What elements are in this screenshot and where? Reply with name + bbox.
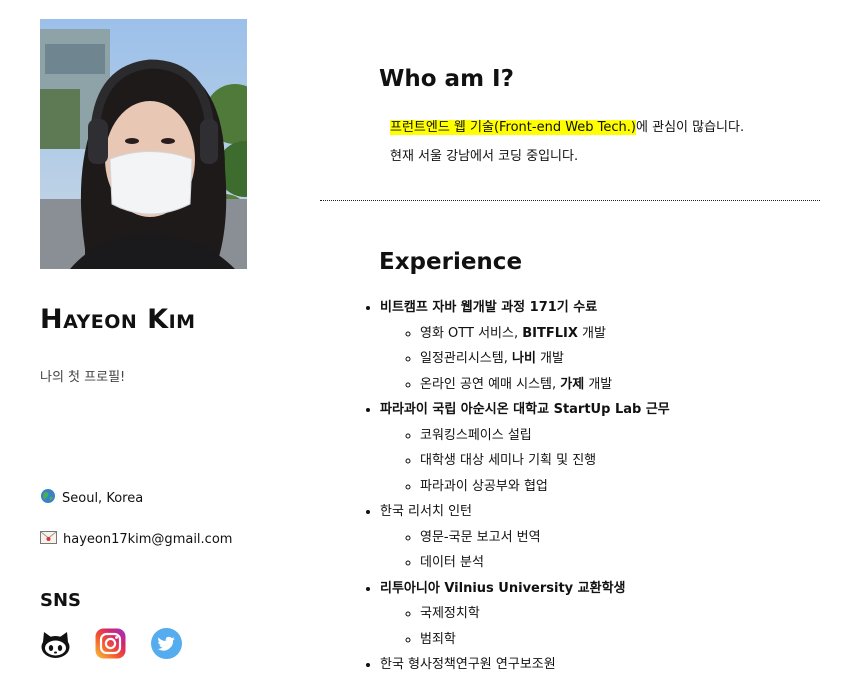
experience-item-title: 비트캠프 자바 웹개발 과정 171기 수료: [380, 300, 598, 315]
github-icon[interactable]: [40, 628, 71, 659]
experience-sublist: 영화 OTT 서비스, BITFLIX 개발일정관리시스템, 나비 개발온라인 …: [380, 321, 851, 398]
profile-photo: [40, 19, 247, 269]
experience-subitem: 대학생 대상 세미나 기획 및 진행: [420, 448, 851, 474]
experience-item: 리투아니아 Vilnius University 교환학생국제정치학범죄학: [380, 576, 851, 653]
email-text[interactable]: hayeon17kim@gmail.com: [63, 532, 232, 547]
about-title: Who am I?: [379, 66, 514, 92]
email-row: hayeon17kim@gmail.com: [40, 531, 232, 548]
instagram-icon[interactable]: [95, 628, 126, 659]
experience-item: 한국 형사정책연구원 연구보조원: [380, 652, 851, 678]
experience-item-title: 한국 리서치 인턴: [380, 504, 472, 519]
section-divider: [320, 200, 820, 201]
experience-subitem: 코워킹스페이스 설립: [420, 423, 851, 449]
sns-title: SNS: [40, 590, 81, 611]
experience-subitem: 온라인 공연 예매 시스템, 가제 개발: [420, 372, 851, 398]
experience-item-title: 한국 형사정책연구원 연구보조원: [380, 657, 556, 672]
experience-subitem: 범죄학: [420, 627, 851, 653]
experience-sublist: 코워킹스페이스 설립대학생 대상 세미나 기획 및 진행파라과이 상공부와 협업: [380, 423, 851, 500]
profile-name: Hayeon Kim: [40, 304, 196, 335]
experience-item-title: 파라과이 국립 아순시온 대학교 StartUp Lab 근무: [380, 402, 670, 417]
experience-subitem: 일정관리시스템, 나비 개발: [420, 346, 851, 372]
experience-item: 한국 리서치 인턴영문-국문 보고서 번역데이터 분석: [380, 499, 851, 576]
about-line-1: 프런트엔드 웹 기술(Front-end Web Tech.)에 관심이 많습니…: [390, 116, 744, 135]
experience-item-title: 리투아니아 Vilnius University 교환학생: [380, 580, 626, 596]
experience-item: 파라과이 국립 아순시온 대학교 StartUp Lab 근무코워킹스페이스 설…: [380, 397, 851, 499]
highlight-text: 프런트엔드 웹 기술(Front-end Web Tech.): [390, 120, 637, 135]
experience-item: 비트캠프 자바 웹개발 과정 171기 수료영화 OTT 서비스, BITFLI…: [380, 295, 851, 397]
envelope-icon: [40, 531, 57, 548]
experience-subitem: 파라과이 상공부와 협업: [420, 474, 851, 500]
experience-subitem: 국제정치학: [420, 601, 851, 627]
location-row: Seoul, Korea: [40, 488, 143, 508]
twitter-icon[interactable]: [151, 628, 182, 659]
about-line-2: 현재 서울 강남에서 코딩 중입니다.: [390, 149, 579, 164]
location-text: Seoul, Korea: [62, 490, 144, 506]
experience-sublist: 국제정치학범죄학: [380, 601, 851, 652]
experience-subitem: 데이터 분석: [420, 550, 851, 576]
experience-title: Experience: [379, 249, 523, 275]
profile-tagline: 나의 첫 프로필!: [40, 370, 126, 385]
experience-list: 비트캠프 자바 웹개발 과정 171기 수료영화 OTT 서비스, BITFLI…: [343, 295, 851, 678]
about-line-1-rest: 에 관심이 많습니다.: [636, 120, 745, 135]
experience-sublist: 영문-국문 보고서 번역데이터 분석: [380, 525, 851, 576]
globe-icon: [40, 488, 56, 508]
experience-subitem: 영화 OTT 서비스, BITFLIX 개발: [420, 321, 851, 347]
experience-subitem: 영문-국문 보고서 번역: [420, 525, 851, 551]
